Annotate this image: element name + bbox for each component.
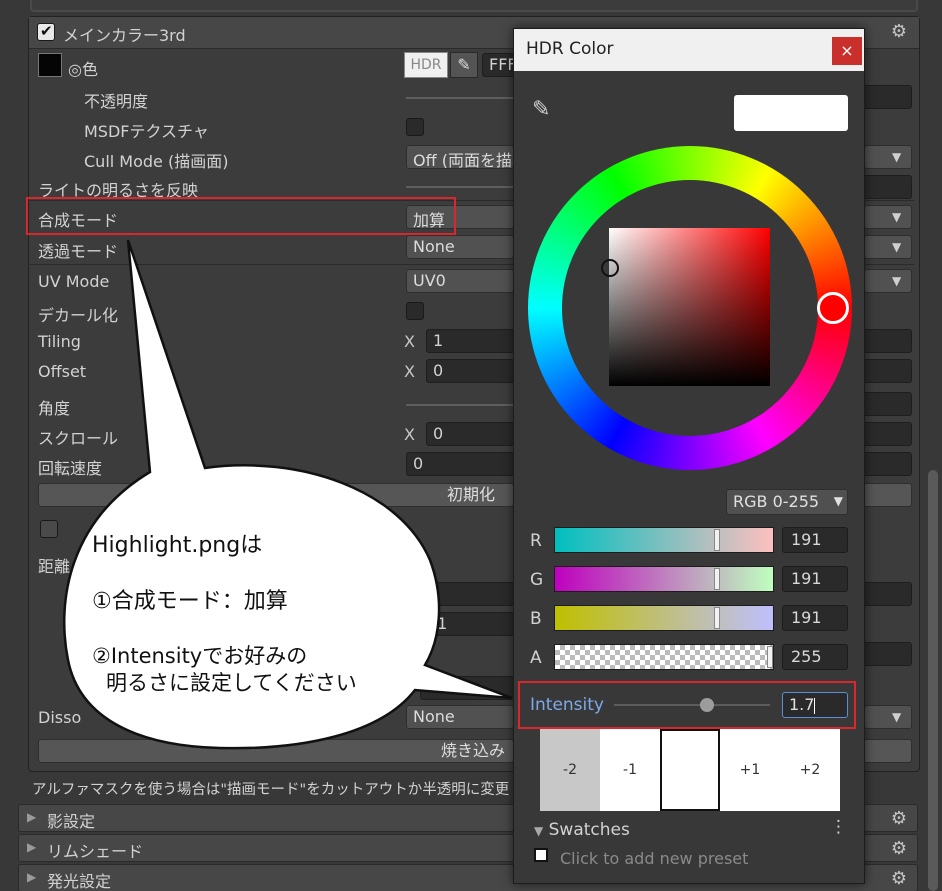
bubble-line-1: Highlight.pngは: [92, 533, 263, 558]
bubble-line-2: ①合成モード：加算: [92, 589, 288, 614]
bubble-line-4: 明るさに設定してください: [106, 671, 357, 695]
bubble-line-3: ②Intensityでお好みの: [92, 644, 308, 668]
speech-bubble: [63, 239, 513, 750]
